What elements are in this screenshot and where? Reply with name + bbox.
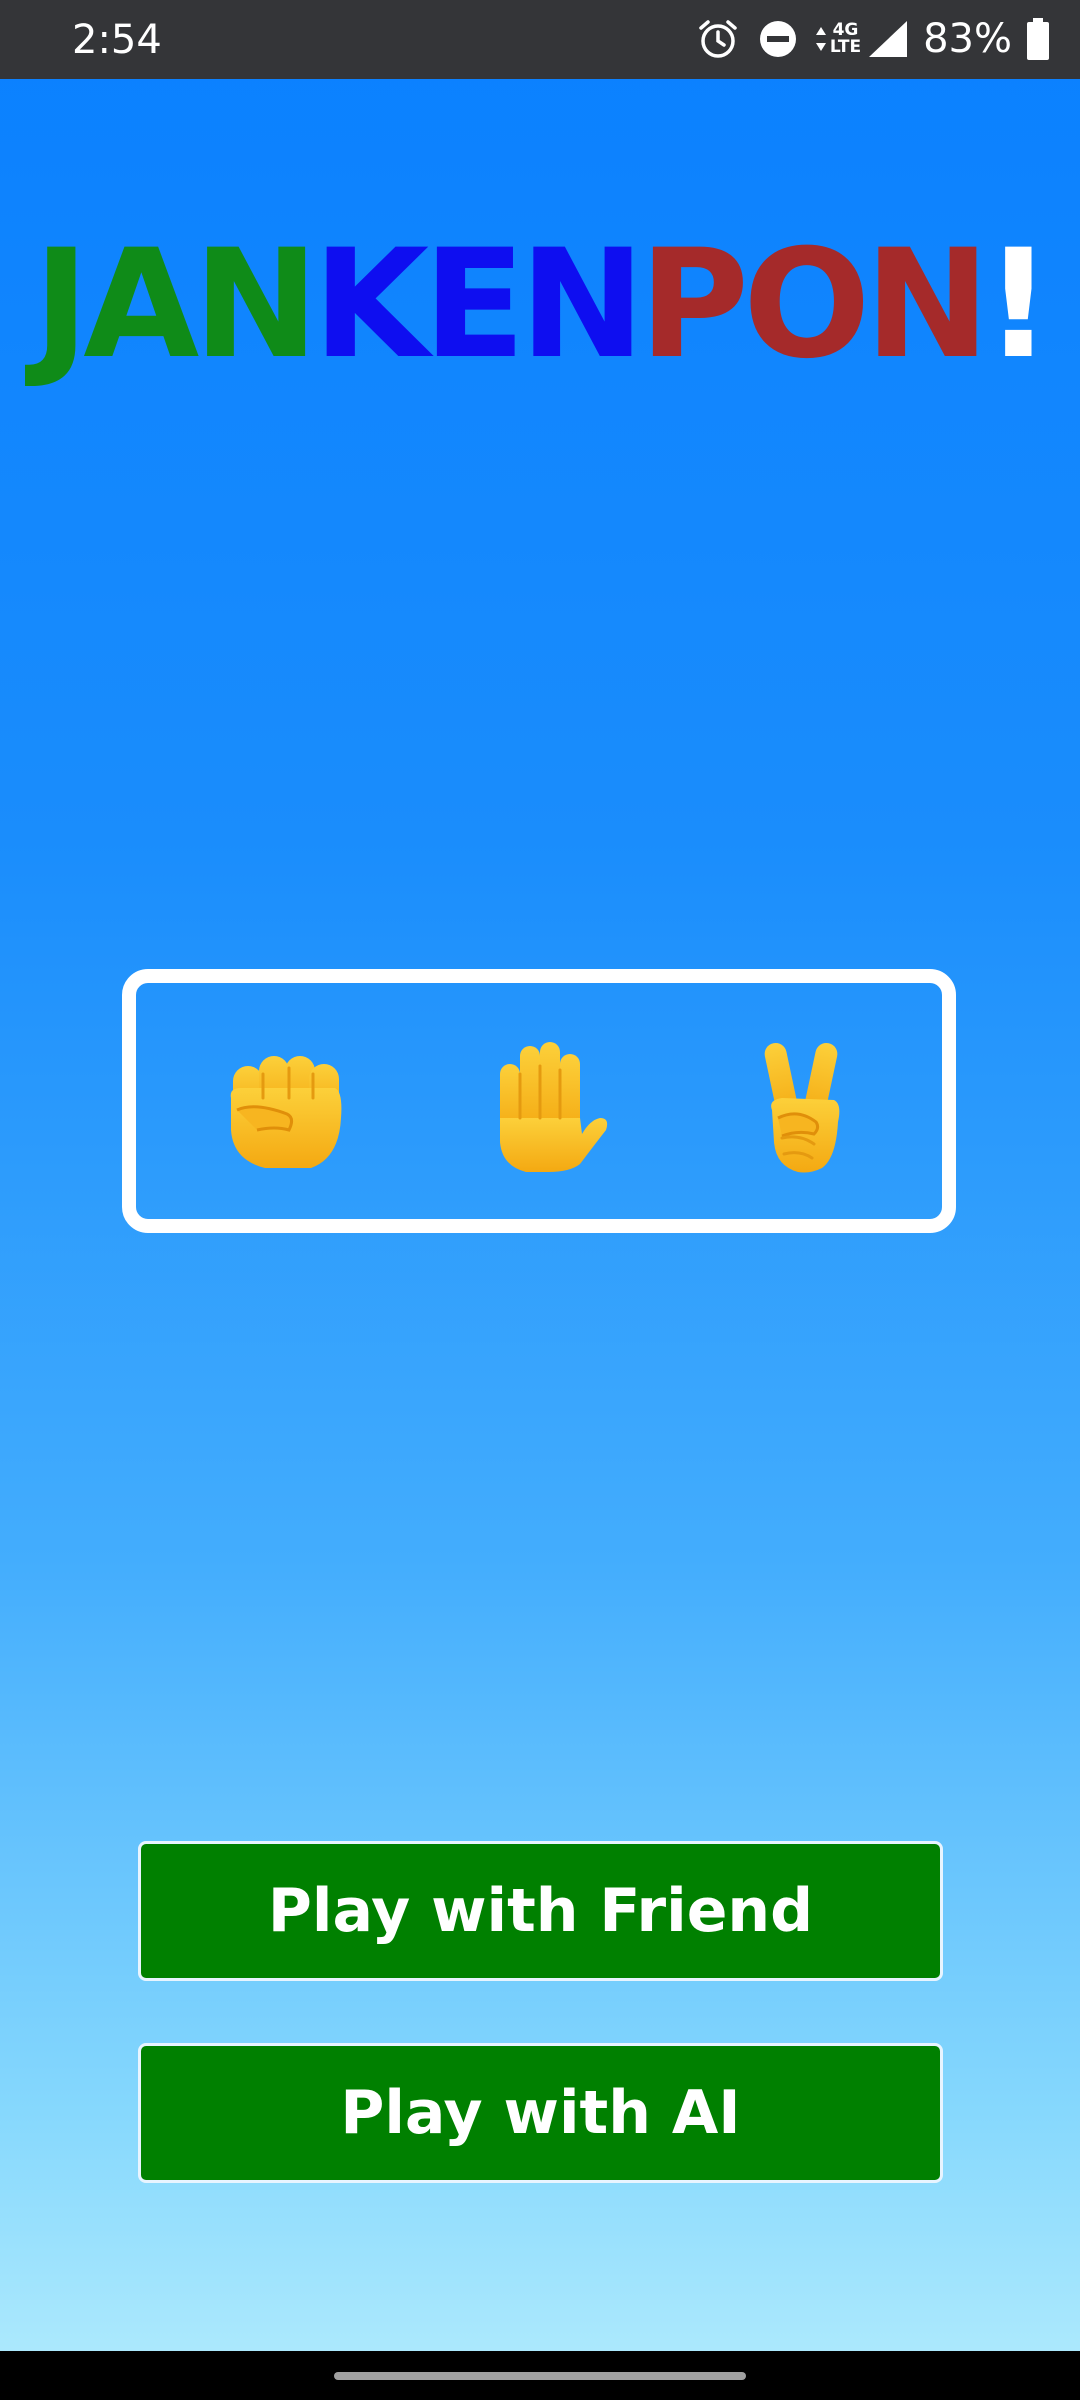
network-type: 4G LTE (829, 20, 862, 57)
app-screen: 2:54 4G LTE 83% JANKENPON! Play with Fri… (0, 0, 1080, 2400)
home-gesture-handle[interactable] (334, 2372, 746, 2380)
raised-hand-icon (500, 1042, 608, 1172)
title-pon: PON (639, 218, 990, 392)
rock-choice[interactable] (215, 1038, 355, 1178)
status-icons: 4G LTE 83% (696, 14, 1050, 64)
title-exclamation: ! (984, 218, 1052, 392)
battery-percent: 83% (923, 16, 1012, 62)
status-bar: 2:54 4G LTE 83% (0, 0, 1080, 79)
signal-icon (865, 19, 909, 59)
title-jan: JAN (33, 218, 318, 392)
battery-icon (1026, 17, 1050, 61)
raised-fist-icon (230, 1056, 342, 1168)
scissors-choice[interactable] (738, 1038, 878, 1178)
navigation-bar (0, 2351, 1080, 2400)
data-arrows-icon (814, 24, 828, 54)
alarm-icon (696, 17, 740, 61)
victory-hand-icon (764, 1042, 840, 1173)
app-title: JANKENPON! (0, 225, 1080, 385)
hand-choices-panel (122, 969, 956, 1233)
status-time: 2:54 (72, 17, 162, 63)
do-not-disturb-icon (758, 19, 798, 59)
play-with-friend-button[interactable]: Play with Friend (138, 1841, 943, 1981)
play-with-ai-button[interactable]: Play with AI (138, 2043, 943, 2183)
title-ken: KEN (312, 218, 645, 392)
paper-choice[interactable] (478, 1038, 618, 1178)
